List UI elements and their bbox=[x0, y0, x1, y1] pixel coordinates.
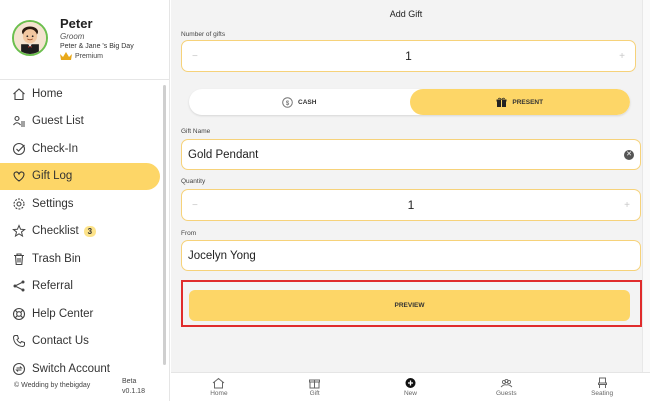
sidebar-item-home[interactable]: Home bbox=[0, 80, 160, 108]
profile-event: Peter & Jane 's Big Day bbox=[60, 43, 134, 50]
checkin-icon bbox=[12, 142, 26, 155]
gift-icon bbox=[309, 379, 321, 389]
sidebar-nav: Home Guest List Check-In Gift Log Settin… bbox=[0, 80, 160, 383]
sidebar-item-label: Trash Bin bbox=[32, 252, 81, 265]
tab-label: Seating bbox=[591, 390, 614, 397]
preview-highlight-box: PREVIEW bbox=[181, 280, 642, 327]
sidebar-item-label: Contact Us bbox=[32, 335, 89, 348]
num-gifts-stepper: − 1 + bbox=[181, 40, 636, 72]
beta-label: Beta bbox=[122, 378, 137, 385]
tab-label: Home bbox=[210, 390, 228, 397]
from-label: From bbox=[181, 230, 197, 237]
phone-icon bbox=[12, 335, 25, 348]
sidebar-item-trash-bin[interactable]: Trash Bin bbox=[0, 245, 160, 273]
sidebar-item-label: Gift Log bbox=[32, 170, 73, 183]
sidebar-scrollbar[interactable] bbox=[163, 85, 166, 365]
present-label: PRESENT bbox=[512, 98, 544, 106]
guests-group-icon bbox=[500, 378, 513, 388]
home-icon bbox=[13, 88, 25, 100]
quantity-increment-button[interactable]: + bbox=[624, 200, 630, 211]
tab-label: Guests bbox=[495, 390, 517, 397]
from-value: Jocelyn Yong bbox=[188, 249, 256, 262]
tab-new[interactable]: New bbox=[363, 373, 459, 401]
copyright-text: © Wedding by thebigday bbox=[14, 382, 91, 389]
coin-icon: $ bbox=[282, 96, 293, 108]
clear-icon[interactable]: ✕ bbox=[624, 149, 634, 160]
sidebar-item-checklist[interactable]: Checklist 3 bbox=[0, 218, 160, 246]
tab-guests[interactable]: Guests bbox=[458, 373, 554, 401]
trash-icon bbox=[14, 253, 24, 265]
heart-icon bbox=[13, 171, 25, 182]
profile-role: Groom bbox=[60, 32, 85, 41]
add-gift-panel: Add Gift Number of gifts − 1 + $ CASH PR… bbox=[171, 0, 650, 372]
sidebar-item-help-center[interactable]: Help Center bbox=[0, 300, 160, 328]
sidebar-item-label: Help Center bbox=[32, 307, 94, 320]
gift-type-cash-option[interactable]: $ CASH bbox=[189, 89, 410, 115]
cash-label: CASH bbox=[298, 98, 317, 106]
lifebuoy-icon bbox=[12, 307, 26, 320]
sidebar-item-guest-list[interactable]: Guest List bbox=[0, 108, 160, 136]
gift-name-input[interactable]: Gold Pendant ✕ bbox=[181, 139, 641, 170]
chair-icon bbox=[597, 377, 607, 388]
sidebar-item-label: Check-In bbox=[32, 142, 79, 155]
avatar bbox=[12, 20, 48, 56]
num-gifts-value[interactable]: 1 bbox=[405, 49, 412, 63]
plus-circle-icon bbox=[405, 378, 416, 388]
gear-icon bbox=[13, 198, 25, 210]
num-gifts-increment-button[interactable]: + bbox=[619, 51, 625, 62]
num-gifts-label: Number of gifts bbox=[181, 31, 226, 38]
plan-badge: Premium bbox=[60, 52, 103, 60]
from-input[interactable]: Jocelyn Yong bbox=[181, 240, 641, 271]
sidebar-item-referral[interactable]: Referral bbox=[0, 273, 160, 301]
share-icon bbox=[13, 280, 25, 292]
quantity-value[interactable]: 1 bbox=[408, 198, 415, 212]
tab-gift[interactable]: Gift bbox=[267, 373, 363, 401]
guests-icon bbox=[13, 116, 25, 127]
page-title: Add Gift bbox=[389, 9, 423, 19]
gift-type-toggle: $ CASH PRESENT bbox=[189, 89, 630, 115]
quantity-label: Quantity bbox=[181, 178, 206, 185]
star-icon bbox=[12, 224, 26, 238]
version-label: v0.1.18 bbox=[122, 388, 145, 395]
sidebar-item-label: Referral bbox=[32, 280, 73, 293]
svg-text:$: $ bbox=[286, 100, 290, 106]
preview-button[interactable]: PREVIEW bbox=[189, 290, 630, 321]
num-gifts-decrement-button[interactable]: − bbox=[192, 51, 198, 62]
quantity-decrement-button[interactable]: − bbox=[192, 200, 198, 211]
sidebar-item-label: Checklist bbox=[32, 225, 79, 238]
sidebar-item-label: Guest List bbox=[32, 115, 84, 128]
bottom-tab-bar: Home Gift New Guests Seating bbox=[171, 372, 650, 401]
sidebar: Peter Groom Peter & Jane 's Big Day Prem… bbox=[0, 0, 170, 401]
version-info: Beta v0.1.18 bbox=[122, 377, 145, 397]
crown-icon bbox=[60, 52, 72, 60]
sidebar-footer: © Wedding by thebigday Beta v0.1.18 bbox=[0, 372, 170, 401]
gift-box-icon bbox=[496, 97, 507, 107]
sidebar-item-label: Home bbox=[32, 87, 63, 100]
main-scrollbar[interactable] bbox=[642, 0, 650, 372]
checklist-count-badge: 3 bbox=[83, 225, 97, 237]
home-icon bbox=[213, 377, 225, 389]
quantity-stepper: − 1 + bbox=[181, 189, 641, 221]
sidebar-item-contact-us[interactable]: Contact Us bbox=[0, 328, 160, 356]
tab-label: Gift bbox=[309, 390, 320, 397]
profile-card[interactable]: Peter Groom Peter & Jane 's Big Day Prem… bbox=[0, 0, 170, 80]
sidebar-item-label: Settings bbox=[32, 197, 74, 210]
sidebar-item-gift-log[interactable]: Gift Log bbox=[0, 162, 160, 190]
gift-name-label: Gift Name bbox=[181, 128, 211, 135]
sidebar-item-check-in[interactable]: Check-In bbox=[0, 135, 160, 163]
plan-label: Premium bbox=[75, 52, 104, 60]
gift-type-present-option[interactable]: PRESENT bbox=[409, 89, 630, 115]
gift-name-value: Gold Pendant bbox=[188, 148, 259, 161]
tab-seating[interactable]: Seating bbox=[554, 373, 650, 401]
sidebar-item-settings[interactable]: Settings bbox=[0, 190, 160, 218]
tab-home[interactable]: Home bbox=[171, 373, 267, 401]
profile-name: Peter bbox=[60, 16, 93, 31]
tab-label: New bbox=[403, 390, 417, 397]
